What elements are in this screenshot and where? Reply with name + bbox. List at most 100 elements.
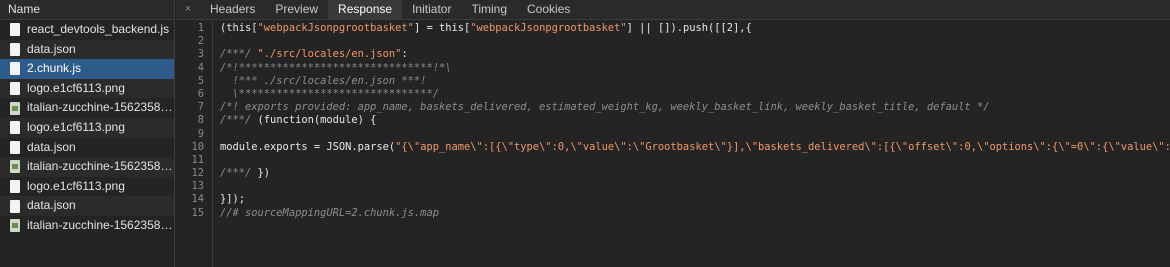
code-line: 4 /*!*******************************!*\ bbox=[176, 62, 1170, 75]
code-line: 1 (this["webpackJsonpgrootbasket"] = this… bbox=[176, 22, 1170, 35]
code-text: //# sourceMappingURL=2.chunk.js.map bbox=[212, 207, 439, 219]
file-row[interactable]: logo.e1cf6113.png bbox=[0, 78, 174, 99]
document-file-icon bbox=[10, 121, 20, 135]
code-token: : bbox=[401, 48, 408, 61]
code-line: 6 \*******************************/ bbox=[176, 88, 1170, 101]
file-row[interactable]: logo.e1cf6113.png bbox=[0, 177, 174, 197]
file-name: logo.e1cf6113.png bbox=[27, 178, 125, 193]
file-row[interactable]: data.json bbox=[0, 196, 174, 216]
code-token: ] = this[ bbox=[413, 22, 471, 34]
line-number: 1 bbox=[197, 22, 204, 34]
code-token: module.exports = JSON.parse( bbox=[220, 140, 396, 153]
close-icon[interactable]: × bbox=[176, 0, 200, 19]
document-file-icon bbox=[10, 180, 20, 194]
line-number: 9 bbox=[197, 127, 204, 140]
name-column-header[interactable]: Name bbox=[0, 0, 174, 20]
code-text: }]); bbox=[212, 193, 245, 205]
code-token: "{\"app_name\":[{\"type\":0,\"value\":\"… bbox=[395, 140, 1170, 153]
file-row[interactable]: italian-zucchine-1562358.j... bbox=[0, 216, 174, 236]
line-number: 6 bbox=[197, 87, 204, 100]
file-name: 2.chunk.js bbox=[27, 61, 82, 76]
line-number: 10 bbox=[191, 140, 204, 153]
code-line: 10 module.exports = JSON.parse("{\"app_na… bbox=[176, 141, 1170, 154]
code-token: }]); bbox=[220, 193, 246, 206]
code-token: \*******************************/ bbox=[220, 87, 439, 100]
code-token: /***/ bbox=[220, 114, 258, 127]
line-number: 15 bbox=[191, 206, 204, 219]
code-token: //# sourceMappingURL=2.chunk.js.map bbox=[220, 206, 439, 219]
tab-preview[interactable]: Preview bbox=[265, 0, 328, 19]
file-name: react_devtools_backend.js bbox=[27, 22, 170, 36]
file-row[interactable]: italian-zucchine-1562358.j... bbox=[0, 157, 174, 177]
code-token: !*** ./src/locales/en.json ***! bbox=[220, 74, 427, 87]
file-row[interactable]: italian-zucchine-1562358.j... bbox=[0, 98, 174, 118]
document-file-icon bbox=[10, 62, 20, 76]
code-line: 9 bbox=[176, 128, 1170, 141]
code-line: 3 /***/ "./src/locales/en.json": bbox=[176, 48, 1170, 61]
code-token: /*!*******************************!*\ bbox=[220, 61, 452, 74]
code-line: 2 bbox=[176, 35, 1170, 48]
tab-cookies[interactable]: Cookies bbox=[517, 0, 580, 19]
line-number: 12 bbox=[191, 167, 204, 180]
tab-initiator[interactable]: Initiator bbox=[402, 0, 461, 19]
response-code-view[interactable]: 1 (this["webpackJsonpgrootbasket"] = this… bbox=[176, 22, 1170, 267]
file-row[interactable]: 2.chunk.js bbox=[0, 59, 174, 79]
code-text: (this["webpackJsonpgrootbasket"] = this[… bbox=[212, 22, 752, 34]
code-text: /*! exports provided: app_name, baskets_… bbox=[212, 101, 989, 113]
line-number: 3 bbox=[197, 48, 204, 61]
document-file-icon bbox=[10, 23, 20, 37]
line-number: 7 bbox=[197, 101, 204, 114]
code-token: /***/ bbox=[220, 167, 258, 180]
file-name: italian-zucchine-1562358.j... bbox=[27, 217, 174, 232]
file-name: logo.e1cf6113.png bbox=[27, 80, 125, 95]
code-text: module.exports = JSON.parse("{\"app_name… bbox=[212, 141, 1170, 153]
code-line: 14}]); bbox=[176, 193, 1170, 206]
response-detail-panel: × Headers Preview Response Initiator Timing C… bbox=[176, 0, 1170, 267]
code-token: /***/ bbox=[220, 48, 258, 61]
code-text: \*******************************/ bbox=[212, 88, 439, 100]
document-file-icon bbox=[10, 42, 20, 56]
network-file-list-panel: Name react_devtools_backend.js data.json 2… bbox=[0, 0, 175, 267]
image-file-icon bbox=[10, 101, 20, 115]
line-number: 4 bbox=[197, 61, 204, 74]
file-row[interactable]: data.json bbox=[0, 138, 174, 158]
code-line: 7 /*! exports provided: app_name, baskets… bbox=[176, 101, 1170, 114]
image-file-icon bbox=[10, 219, 20, 233]
file-row[interactable]: data.json bbox=[0, 39, 174, 60]
code-line: 12 /***/ }) bbox=[176, 167, 1170, 180]
code-line: 11 bbox=[176, 154, 1170, 167]
line-number: 11 bbox=[191, 153, 204, 166]
file-name: italian-zucchine-1562358.j... bbox=[27, 100, 174, 115]
document-file-icon bbox=[10, 82, 20, 96]
file-name: italian-zucchine-1562358.j... bbox=[27, 159, 174, 174]
code-line: 15 //# sourceMappingURL=2.chunk.js.map bbox=[176, 207, 1170, 220]
file-list: react_devtools_backend.js data.json 2.chun… bbox=[0, 20, 174, 236]
code-text: !*** ./src/locales/en.json ***! bbox=[212, 74, 427, 87]
code-token: ] || []).push([[2],{ bbox=[626, 22, 752, 34]
code-text: /*!*******************************!*\ bbox=[212, 62, 451, 74]
code-token: }) bbox=[257, 167, 271, 180]
code-token: /*! exports provided: app_name, baskets_… bbox=[220, 101, 990, 114]
line-number: 13 bbox=[191, 180, 204, 193]
tab-response[interactable]: Response bbox=[328, 0, 403, 19]
file-row[interactable]: logo.e1cf6113.png bbox=[0, 117, 174, 138]
code-line: 5 !*** ./src/locales/en.json ***! bbox=[176, 75, 1170, 88]
code-token: "webpackJsonpgrootbasket" bbox=[257, 22, 414, 34]
code-text: /***/ (function(module) { bbox=[212, 114, 376, 126]
document-file-icon bbox=[10, 199, 20, 213]
detail-tabs: × Headers Preview Response Initiator Timing C… bbox=[176, 0, 1170, 20]
file-name: data.json bbox=[27, 139, 76, 154]
file-row[interactable]: react_devtools_backend.js bbox=[0, 20, 174, 40]
file-name: logo.e1cf6113.png bbox=[27, 119, 125, 134]
code-line: 13 bbox=[176, 180, 1170, 193]
code-line: 8 /***/ (function(module) { bbox=[176, 114, 1170, 127]
tab-headers[interactable]: Headers bbox=[200, 0, 265, 19]
code-token: "webpackJsonpgrootbasket" bbox=[470, 22, 627, 34]
line-number: 2 bbox=[197, 35, 204, 48]
line-number: 14 bbox=[191, 193, 204, 206]
tab-timing[interactable]: Timing bbox=[461, 0, 517, 19]
code-text: /***/ "./src/locales/en.json": bbox=[212, 48, 408, 60]
